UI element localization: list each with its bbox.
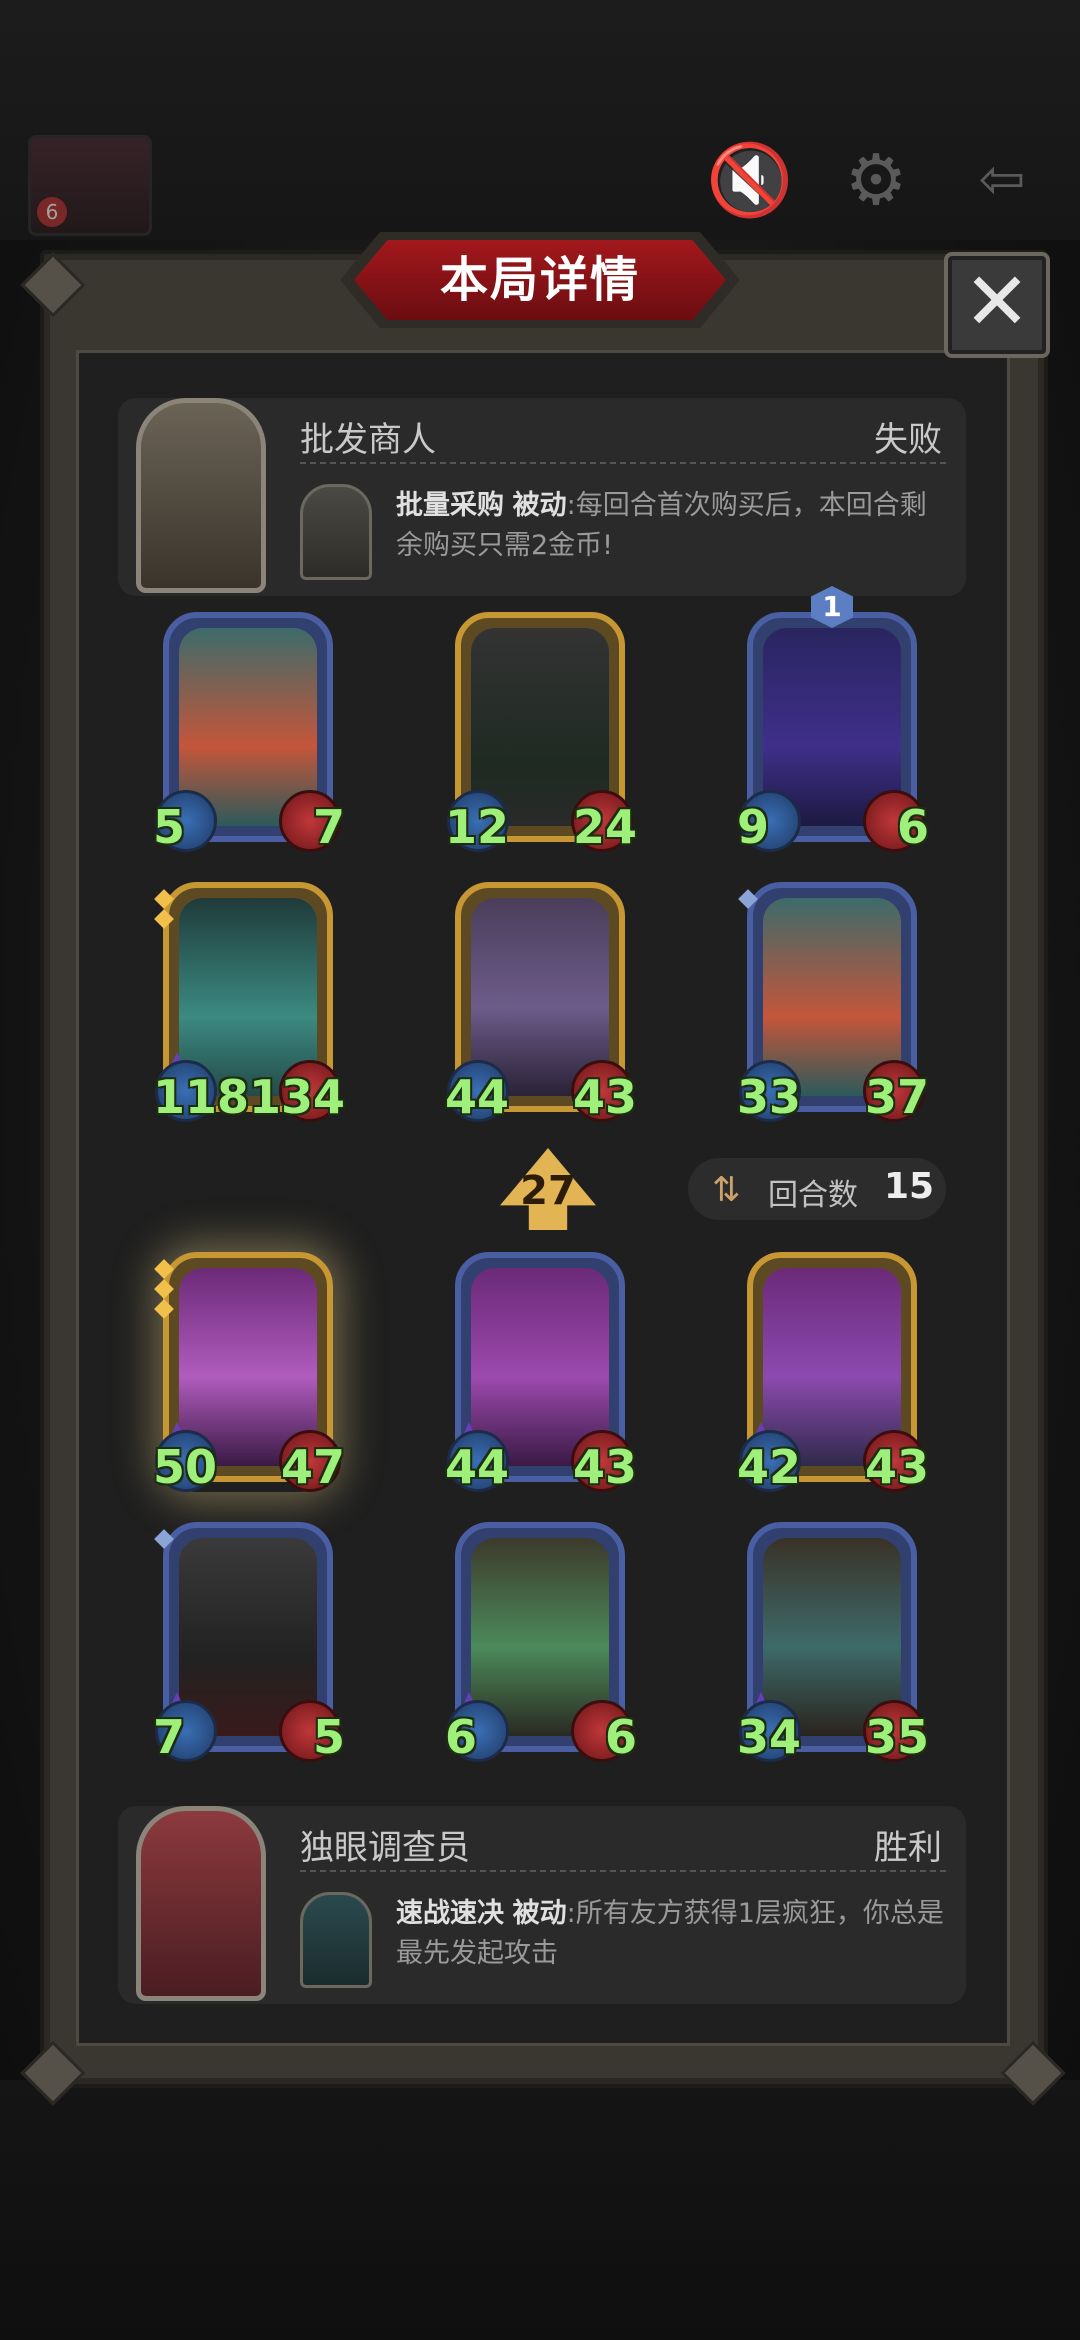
title-plate: 本局详情 xyxy=(340,232,740,328)
divider xyxy=(300,1870,946,1872)
close-button[interactable]: ✕ xyxy=(944,252,1050,358)
player-portrait xyxy=(136,1806,266,2001)
health-value: 35 xyxy=(864,1710,929,1764)
player-info: 独眼调查员 胜利 速战速决 被动:所有友方获得1层疯狂，你总是最先发起攻击 xyxy=(118,1806,966,2004)
skill-name: 速战速决 xyxy=(396,1898,504,1929)
unit-card[interactable]: 44 43 xyxy=(445,882,637,1124)
opponent-portrait xyxy=(136,398,266,593)
avatar-level-badge: 6 xyxy=(37,197,67,227)
turn-badge: 27 xyxy=(500,1148,596,1230)
health-value: 37 xyxy=(864,1070,929,1124)
turn-number: 27 xyxy=(520,1168,576,1214)
attack-value: 34 xyxy=(737,1710,802,1764)
unit-card[interactable]: 7 5 xyxy=(153,1522,345,1764)
attack-value: 44 xyxy=(445,1440,510,1494)
unit-card[interactable]: 44 43 xyxy=(445,1252,637,1494)
unit-card[interactable]: 6 6 xyxy=(445,1522,637,1764)
attack-value: 9 xyxy=(737,800,770,854)
attack-value: 6 xyxy=(445,1710,478,1764)
unit-card[interactable]: 12 24 xyxy=(445,612,637,854)
exit-icon[interactable]: ⇦ xyxy=(952,135,1052,225)
unit-card[interactable]: 42 43 xyxy=(737,1252,929,1494)
attack-value: 44 xyxy=(445,1070,510,1124)
health-value: 6 xyxy=(604,1710,637,1764)
health-value: 134 xyxy=(248,1070,345,1124)
player-name: 独眼调查员 xyxy=(300,1828,470,1868)
skill-description: 批量采购 被动:每回合首次购买后，本回合剩余购买只需2金币! xyxy=(396,486,946,566)
round-counter: ⇅ 回合数 15 xyxy=(688,1158,946,1220)
unit-card[interactable]: 34 35 xyxy=(737,1522,929,1764)
round-value: 15 xyxy=(884,1166,935,1207)
skill-name: 批量采购 xyxy=(396,490,504,521)
attack-value: 5 xyxy=(153,800,186,854)
skill-type: 被动 xyxy=(512,1898,567,1929)
health-value: 5 xyxy=(312,1710,345,1764)
skill-icon[interactable] xyxy=(300,484,372,580)
opponent-result: 失败 xyxy=(874,420,942,460)
unit-card[interactable]: 33 37 xyxy=(737,882,929,1124)
unit-card[interactable]: 5 7 xyxy=(153,612,345,854)
opponent-info: 批发商人 失败 批量采购 被动:每回合首次购买后，本回合剩余购买只需2金币! xyxy=(118,398,966,596)
attack-value: 12 xyxy=(445,800,510,854)
background-bottom xyxy=(0,2080,1080,2340)
divider xyxy=(300,462,946,464)
health-value: 47 xyxy=(280,1440,345,1494)
health-value: 43 xyxy=(572,1440,637,1494)
skill-icon[interactable] xyxy=(300,1892,372,1988)
skill-description: 速战速决 被动:所有友方获得1层疯狂，你总是最先发起攻击 xyxy=(396,1894,946,1974)
health-value: 43 xyxy=(572,1070,637,1124)
attack-value: 42 xyxy=(737,1440,802,1494)
attack-value: 33 xyxy=(737,1070,802,1124)
health-value: 6 xyxy=(896,800,929,854)
health-value: 7 xyxy=(312,800,345,854)
attack-value: 50 xyxy=(153,1440,218,1494)
skill-type: 被动 xyxy=(512,490,567,521)
unit-card[interactable]: 50 47 xyxy=(153,1252,345,1494)
attack-value: 7 xyxy=(153,1710,186,1764)
opponent-name: 批发商人 xyxy=(300,420,436,460)
health-value: 43 xyxy=(864,1440,929,1494)
player-result: 胜利 xyxy=(874,1828,942,1868)
panel-title: 本局详情 xyxy=(439,252,640,308)
gear-icon[interactable]: ⚙ xyxy=(826,135,926,225)
round-label: 回合数 xyxy=(768,1178,858,1213)
player-avatar[interactable]: 6 xyxy=(28,135,152,236)
unit-card[interactable]: 1 9 6 xyxy=(737,586,929,854)
unit-card[interactable]: 118 134 xyxy=(153,882,345,1124)
mute-icon[interactable]: 🔇 xyxy=(700,135,800,225)
cycle-icon: ⇅ xyxy=(712,1170,741,1210)
attack-value: 118 xyxy=(153,1070,250,1124)
health-value: 24 xyxy=(572,800,637,854)
